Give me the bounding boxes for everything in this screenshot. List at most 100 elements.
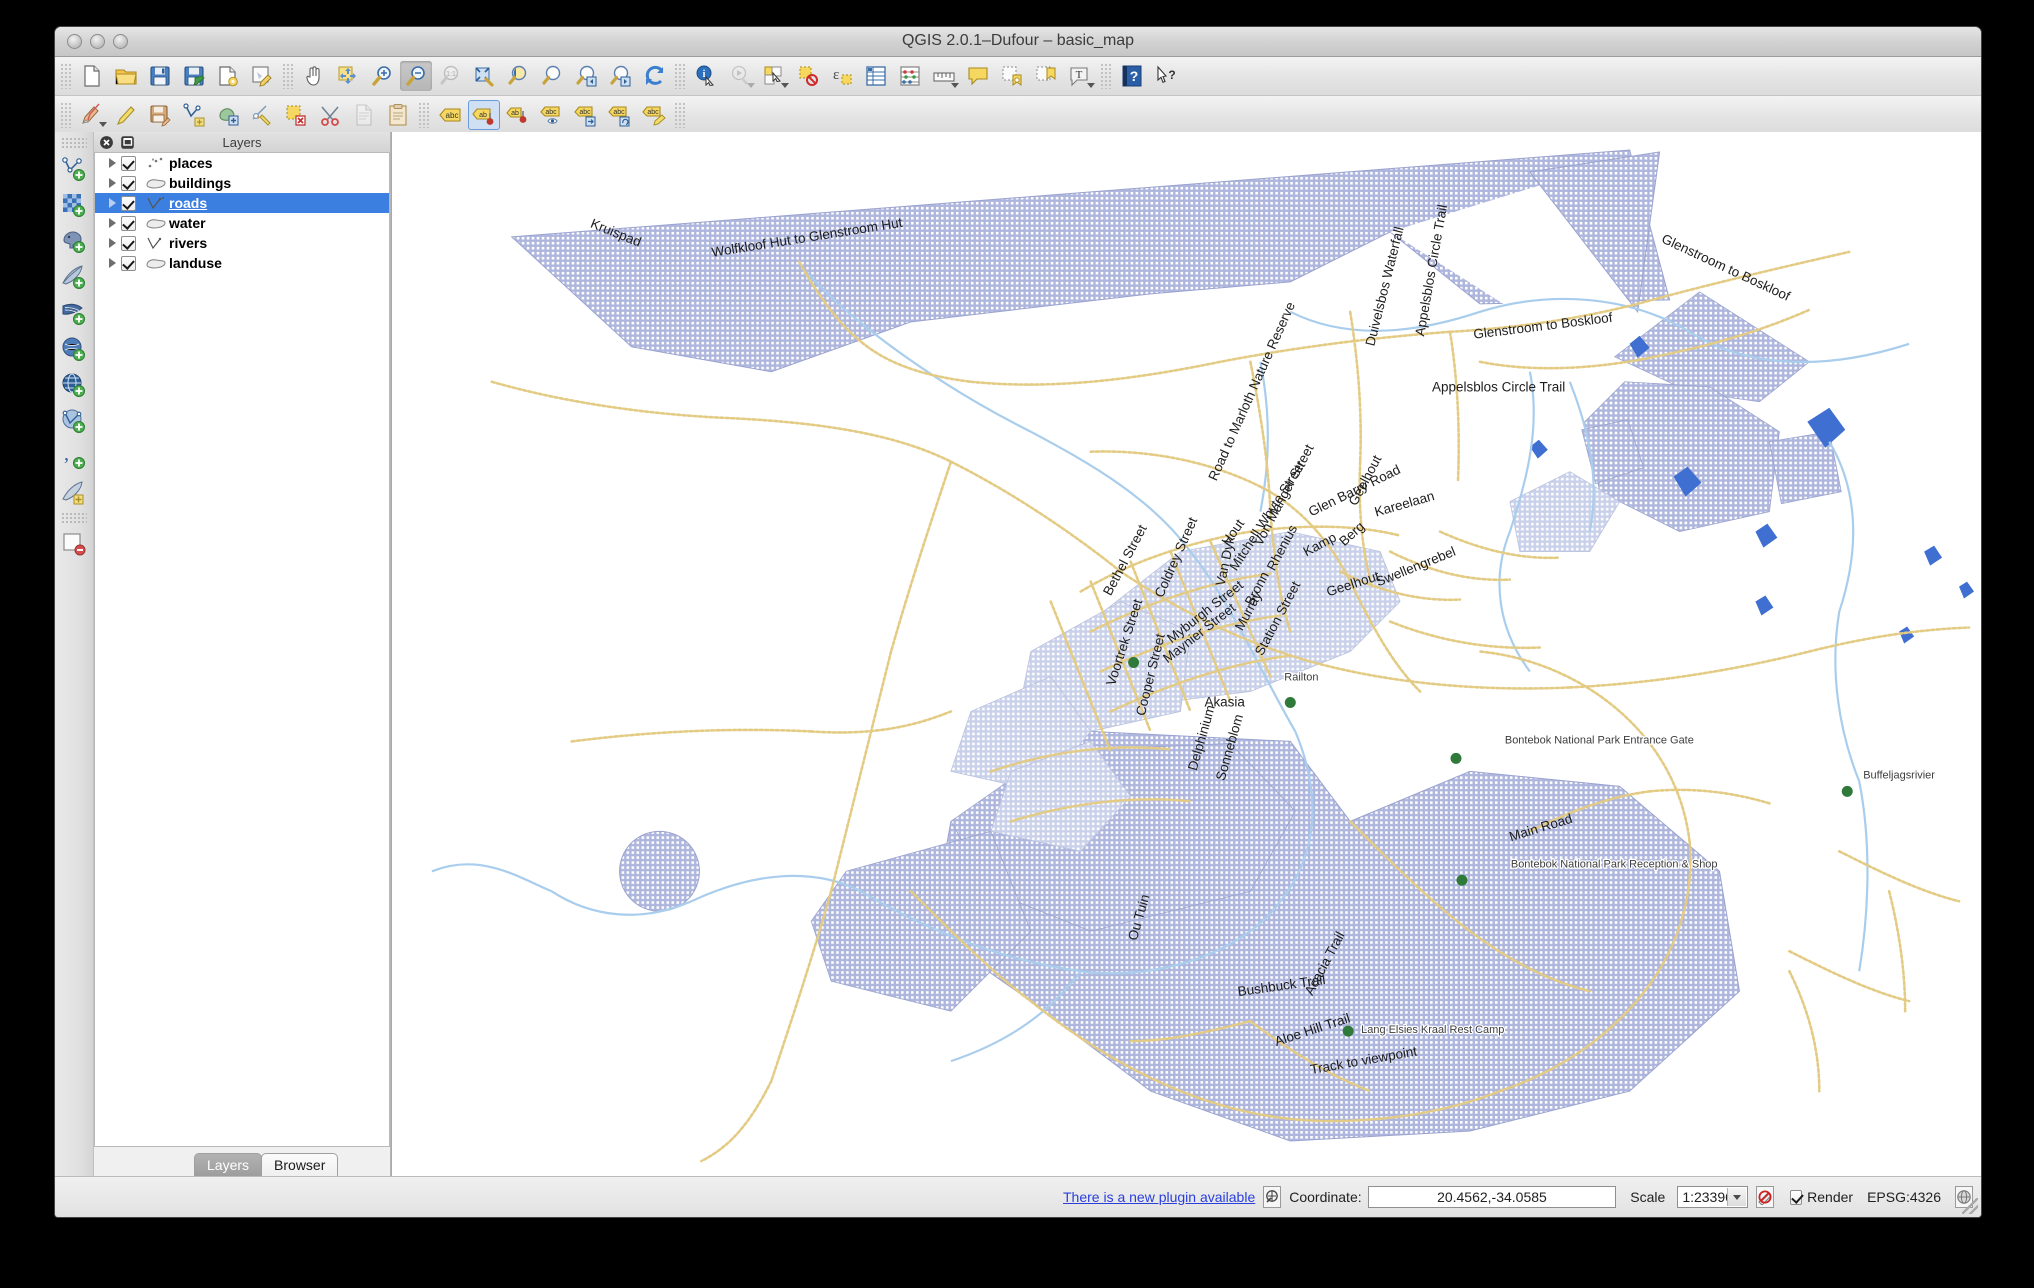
layer-row-landuse[interactable]: landuse xyxy=(95,253,389,273)
zoom-to-layer-button[interactable] xyxy=(536,61,568,91)
layer-row-buildings[interactable]: buildings xyxy=(95,173,389,193)
layer-row-places[interactable]: places xyxy=(95,153,389,173)
coordinate-input[interactable]: 20.4562,-34.0585 xyxy=(1368,1186,1617,1208)
render-checkbox[interactable] xyxy=(1790,1190,1802,1205)
chevron-down-icon[interactable] xyxy=(99,122,107,127)
expand-layer-toggle[interactable] xyxy=(103,218,121,228)
new-shapefile-layer-button[interactable] xyxy=(57,475,91,511)
layer-row-roads[interactable]: roads xyxy=(95,193,389,213)
run-feature-action-button[interactable] xyxy=(724,61,756,91)
toggle-editing-button[interactable] xyxy=(110,100,142,130)
pan-to-selection-button[interactable] xyxy=(332,61,364,91)
save-project-as-button[interactable] xyxy=(178,61,210,91)
open-project-button[interactable] xyxy=(110,61,142,91)
move-feature-button[interactable] xyxy=(246,100,278,130)
select-features-button[interactable] xyxy=(758,61,790,91)
map-tips-button[interactable] xyxy=(962,61,994,91)
text-annotation-button[interactable]: T xyxy=(1064,61,1096,91)
layer-row-water[interactable]: water xyxy=(95,213,389,233)
new-project-button[interactable] xyxy=(76,61,108,91)
expand-layer-toggle[interactable] xyxy=(103,238,121,248)
new-print-composer-button[interactable] xyxy=(212,61,244,91)
chevron-down-icon[interactable] xyxy=(781,83,789,88)
undock-panel-button[interactable] xyxy=(119,134,136,151)
chevron-down-icon[interactable] xyxy=(1087,83,1095,88)
zoom-to-selection-button[interactable] xyxy=(502,61,534,91)
layer-visibility-checkbox[interactable] xyxy=(121,256,136,271)
open-attribute-table-button[interactable] xyxy=(860,61,892,91)
composer-manager-button[interactable] xyxy=(246,61,278,91)
highlight-pinned-labels-button[interactable]: ab xyxy=(502,100,534,130)
pin-labels-button[interactable]: ab xyxy=(468,100,500,130)
zoom-in-button[interactable] xyxy=(366,61,398,91)
zoom-out-button[interactable] xyxy=(400,61,432,91)
expand-layer-toggle[interactable] xyxy=(103,158,121,168)
toolbar-handle[interactable] xyxy=(61,137,87,148)
paste-features-button[interactable] xyxy=(382,100,414,130)
zoom-full-button[interactable] xyxy=(468,61,500,91)
scale-lock-icon[interactable] xyxy=(1756,1186,1774,1208)
add-wcs-layer-button[interactable] xyxy=(57,331,91,367)
messages-icon[interactable] xyxy=(1263,1186,1281,1208)
scale-combo[interactable]: 1:23396 xyxy=(1677,1186,1748,1208)
zoom-native-button[interactable]: 1:1 xyxy=(434,61,466,91)
add-raster-layer-button[interactable] xyxy=(57,187,91,223)
layer-row-rivers[interactable]: rivers xyxy=(95,233,389,253)
whats-this-button[interactable]: ? xyxy=(1150,61,1182,91)
deselect-features-button[interactable] xyxy=(792,61,824,91)
rotate-label-button[interactable]: abc xyxy=(604,100,636,130)
zoom-next-button[interactable] xyxy=(604,61,636,91)
add-wms-layer-button[interactable] xyxy=(57,367,91,403)
zoom-window-button[interactable] xyxy=(113,34,128,49)
layer-visibility-checkbox[interactable] xyxy=(121,156,136,171)
new-bookmark-button[interactable] xyxy=(996,61,1028,91)
measure-line-button[interactable] xyxy=(928,61,960,91)
current-edits-button[interactable] xyxy=(76,100,108,130)
close-window-button[interactable] xyxy=(67,34,82,49)
chevron-down-icon[interactable] xyxy=(951,83,959,88)
expand-layer-toggle[interactable] xyxy=(103,198,121,208)
plugin-available-link[interactable]: There is a new plugin available xyxy=(1063,1189,1255,1205)
layer-visibility-checkbox[interactable] xyxy=(121,216,136,231)
add-spatialite-layer-button[interactable] xyxy=(57,259,91,295)
identify-features-button[interactable]: i xyxy=(690,61,722,91)
cut-features-button[interactable] xyxy=(314,100,346,130)
add-wfs-layer-button[interactable] xyxy=(57,403,91,439)
show-hide-labels-button[interactable]: abc xyxy=(536,100,568,130)
expand-layer-toggle[interactable] xyxy=(103,178,121,188)
close-panel-button[interactable] xyxy=(98,134,115,151)
add-postgis-layer-button[interactable] xyxy=(57,223,91,259)
save-project-button[interactable] xyxy=(144,61,176,91)
label-button[interactable]: abc xyxy=(434,100,466,130)
layer-visibility-checkbox[interactable] xyxy=(121,236,136,251)
chevron-down-icon[interactable] xyxy=(1727,1188,1746,1206)
toolbar-handle[interactable] xyxy=(60,63,72,89)
map-canvas[interactable]: KruispadWolfkloof Hut to Glenstroom HutG… xyxy=(391,132,1981,1177)
copy-features-button[interactable] xyxy=(348,100,380,130)
change-label-button[interactable]: abc xyxy=(638,100,670,130)
add-delimited-text-layer-button[interactable]: , xyxy=(57,439,91,475)
refresh-button[interactable] xyxy=(638,61,670,91)
layer-visibility-checkbox[interactable] xyxy=(121,176,136,191)
zoom-last-button[interactable] xyxy=(570,61,602,91)
layer-visibility-checkbox[interactable] xyxy=(121,196,136,211)
add-line-feature-button[interactable] xyxy=(178,100,210,130)
window-controls[interactable] xyxy=(67,34,128,49)
pan-map-button[interactable] xyxy=(298,61,330,91)
layer-tree[interactable]: places buildings xyxy=(94,153,390,1147)
help-contents-button[interactable]: ? xyxy=(1116,61,1148,91)
statistics-button[interactable] xyxy=(894,61,926,91)
show-bookmarks-button[interactable] xyxy=(1030,61,1062,91)
minimize-window-button[interactable] xyxy=(90,34,105,49)
tab-browser[interactable]: Browser xyxy=(261,1153,338,1177)
add-vector-layer-button[interactable] xyxy=(57,151,91,187)
select-by-expression-button[interactable]: ε xyxy=(826,61,858,91)
remove-layer-button[interactable] xyxy=(57,526,91,562)
resize-grip[interactable] xyxy=(1962,1198,1978,1214)
save-layer-edits-button[interactable] xyxy=(144,100,176,130)
tab-layers[interactable]: Layers xyxy=(194,1153,262,1177)
add-mssql-layer-button[interactable] xyxy=(57,295,91,331)
node-tool-button[interactable] xyxy=(212,100,244,130)
delete-selected-button[interactable] xyxy=(280,100,312,130)
move-label-button[interactable]: abc xyxy=(570,100,602,130)
